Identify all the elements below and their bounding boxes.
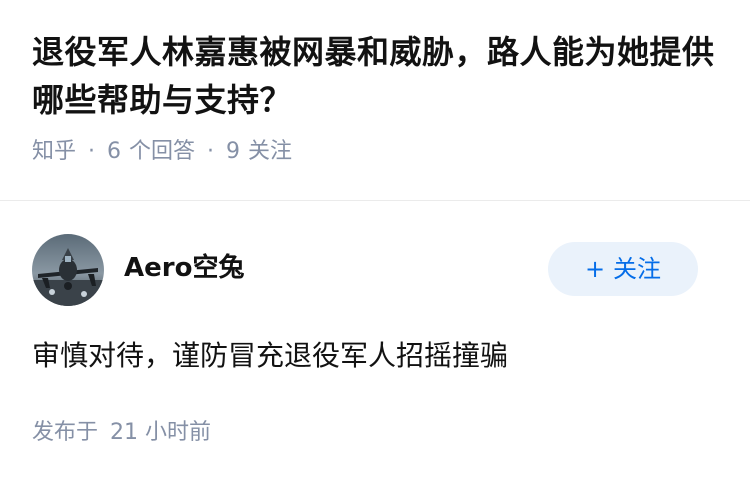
question-title[interactable]: 退役军人林嘉惠被网暴和威胁，路人能为她提供哪些帮助与支持？ bbox=[32, 28, 732, 124]
follow-button-label: 关注 bbox=[613, 255, 662, 283]
plus-icon: + bbox=[584, 255, 606, 283]
question-header: 退役军人林嘉惠被网暴和威胁，路人能为她提供哪些帮助与支持？ 知乎 · 6 个回答… bbox=[32, 28, 732, 167]
author-row: Aero空兔 + 关注 bbox=[32, 234, 698, 306]
site-name[interactable]: 知乎 bbox=[32, 137, 76, 167]
meta-separator: · bbox=[88, 139, 96, 164]
follower-count-label[interactable]: 关注 bbox=[248, 137, 292, 167]
answer-content[interactable]: 审慎对待，谨防冒充退役军人招摇撞骗 bbox=[32, 336, 722, 376]
follower-count: 9 bbox=[226, 139, 241, 164]
section-divider bbox=[0, 200, 750, 201]
answer-count: 6 bbox=[107, 139, 122, 164]
meta-separator: · bbox=[207, 139, 215, 164]
answer-count-label[interactable]: 个回答 bbox=[129, 137, 195, 167]
answer-timestamp: 发布于 21 小时前 bbox=[32, 418, 211, 448]
avatar[interactable] bbox=[32, 234, 104, 306]
question-meta: 知乎 · 6 个回答 · 9 关注 bbox=[32, 137, 732, 167]
follow-button[interactable]: + 关注 bbox=[548, 242, 698, 296]
author-name[interactable]: Aero空兔 bbox=[124, 250, 244, 286]
publish-time: 21 小时前 bbox=[110, 420, 212, 445]
publish-label: 发布于 bbox=[32, 420, 99, 445]
